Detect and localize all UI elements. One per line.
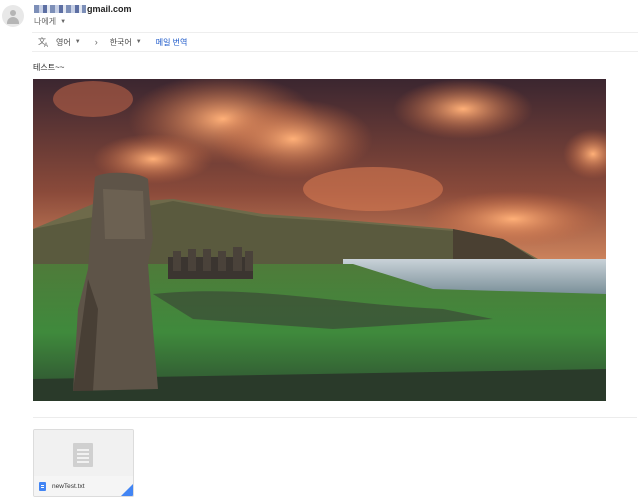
message-body-text: 테스트~~ [33,63,65,72]
target-language-label: 한국어 [109,37,132,47]
document-icon [73,443,93,467]
sender-avatar[interactable] [2,5,24,27]
chevron-down-icon[interactable]: ▼ [60,19,66,25]
source-language-select[interactable]: 영어 ▼ [56,37,81,48]
message-header: gmail.com 나에게 ▼ [0,0,638,30]
translate-bar: 文A 영어 ▼ › 한국어 ▼ 메일 번역 [32,32,638,52]
text-file-icon [39,481,46,491]
translate-message-link[interactable]: 메일 번역 [156,37,188,48]
chevron-down-icon: ▼ [135,39,142,45]
content-divider [33,417,637,418]
attachment-file-name: newTest.txt [52,482,85,490]
chevron-down-icon: ▼ [74,39,81,45]
inline-landscape-image[interactable] [33,79,606,401]
redacted-email-prefix [34,5,86,13]
recipient-details[interactable]: 나에게 ▼ [34,16,66,27]
target-language-select[interactable]: 한국어 ▼ [110,37,142,48]
person-icon [10,10,16,16]
sender-email[interactable]: gmail.com [34,4,132,14]
source-language-label: 영어 [56,37,71,47]
attachment-preview [34,430,133,476]
person-icon-body [7,17,19,24]
recipient-label: 나에게 [34,17,57,26]
landscape-photo-drawing [33,79,606,401]
sender-email-suffix: gmail.com [87,4,132,14]
attachment-card[interactable]: newTest.txt [33,429,134,497]
arrow-right-icon: › [94,37,98,47]
svg-text:A: A [44,43,48,48]
corner-fold-icon [121,484,133,496]
attachment-name-row: newTest.txt [34,476,133,496]
translate-icon: 文A [38,36,50,48]
